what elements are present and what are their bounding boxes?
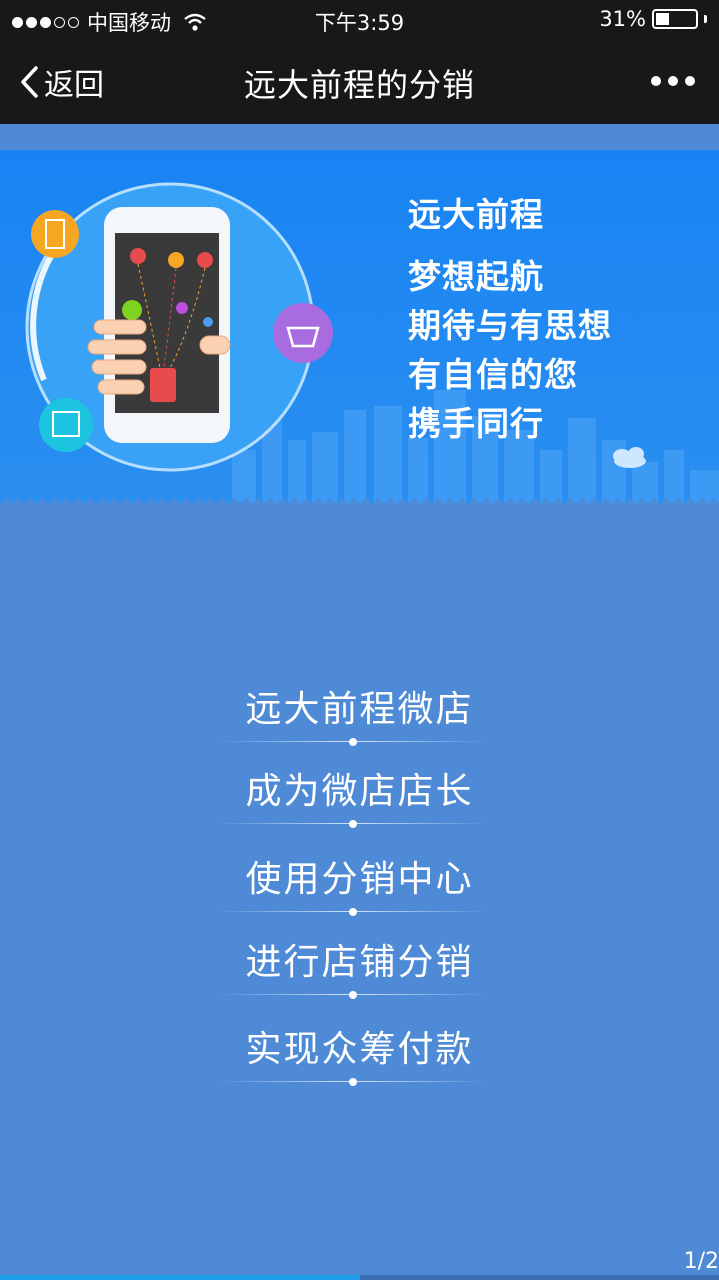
slogan-line: 携手同行 bbox=[408, 404, 544, 443]
menu-separator bbox=[215, 991, 490, 999]
ellipsis-icon bbox=[651, 76, 661, 86]
zigzag-divider bbox=[0, 498, 719, 508]
menu-item-label: 进行店铺分销 bbox=[245, 942, 474, 983]
feature-menu: 远大前程微店 成为微店店长 使用分销中心 进行店铺分销 实现众筹付款 bbox=[0, 680, 719, 1104]
building-icon bbox=[31, 210, 79, 258]
battery-icon bbox=[652, 9, 698, 29]
menu-separator bbox=[215, 820, 490, 828]
menu-item-label: 使用分销中心 bbox=[245, 859, 474, 900]
separator-dot-icon bbox=[349, 908, 357, 916]
menu-separator bbox=[215, 908, 490, 916]
menu-item-become-owner[interactable]: 成为微店店长 bbox=[0, 762, 719, 850]
battery-group: 31% bbox=[599, 7, 707, 31]
separator-dot-icon bbox=[349, 1078, 357, 1086]
battery-fill bbox=[656, 13, 670, 25]
status-bar: 中国移动 下午3:59 31% bbox=[0, 0, 719, 40]
banner-slogan: 梦想起航 期待与有思想 有自信的您 携手同行 bbox=[408, 252, 612, 448]
page-progress-bar bbox=[0, 1275, 719, 1280]
battery-percent: 31% bbox=[599, 7, 646, 31]
promo-banner: 远大前程 梦想起航 期待与有思想 有自信的您 携手同行 bbox=[0, 150, 719, 508]
nav-bar: 返回 远大前程的分销 bbox=[0, 40, 719, 124]
shop-icon bbox=[39, 398, 93, 452]
menu-item-distribution-center[interactable]: 使用分销中心 bbox=[0, 850, 719, 933]
menu-item-label: 实现众筹付款 bbox=[245, 1029, 474, 1070]
page-indicator: 1/2 bbox=[683, 1249, 719, 1274]
page-progress-fill bbox=[0, 1275, 360, 1280]
menu-item-weidian[interactable]: 远大前程微店 bbox=[0, 680, 719, 762]
menu-item-shop-distribution[interactable]: 进行店铺分销 bbox=[0, 933, 719, 1020]
battery-tip bbox=[704, 15, 707, 23]
separator-dot-icon bbox=[349, 738, 357, 746]
page-title: 远大前程的分销 bbox=[243, 66, 475, 104]
more-button[interactable] bbox=[651, 76, 695, 86]
slogan-line: 有自信的您 bbox=[408, 355, 578, 394]
menu-item-label: 远大前程微店 bbox=[245, 689, 474, 730]
menu-item-label: 成为微店店长 bbox=[245, 771, 474, 812]
basket-icon bbox=[273, 303, 333, 363]
menu-separator bbox=[215, 738, 490, 746]
separator-dot-icon bbox=[349, 820, 357, 828]
cloud-icon bbox=[613, 447, 646, 468]
menu-item-crowdfunding[interactable]: 实现众筹付款 bbox=[0, 1020, 719, 1104]
slogan-line: 梦想起航 bbox=[408, 257, 544, 296]
banner-headline: 远大前程 bbox=[408, 195, 544, 234]
separator-dot-icon bbox=[349, 991, 357, 999]
slogan-line: 期待与有思想 bbox=[408, 306, 612, 345]
menu-separator bbox=[215, 1078, 490, 1086]
